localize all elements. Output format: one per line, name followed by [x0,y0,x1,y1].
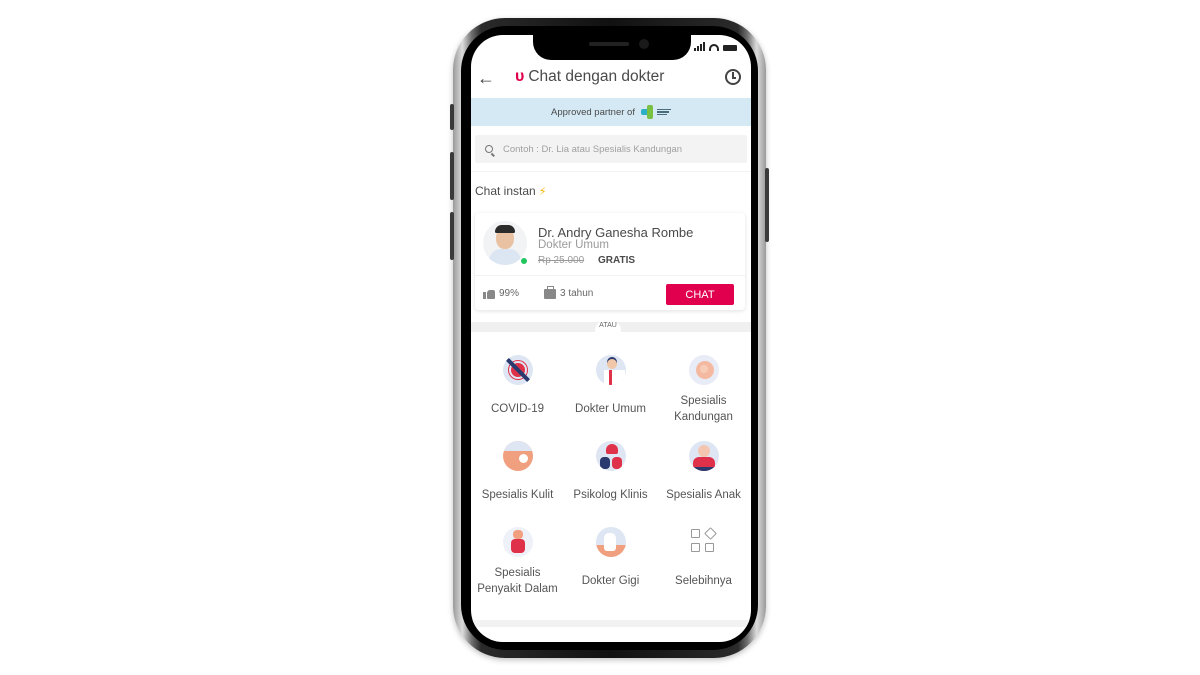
search-icon [485,145,493,153]
category-covid-19[interactable]: COVID-19 [471,345,564,431]
app-screen: ← ᴜ Chat dengan dokter Approved partner … [471,35,751,642]
category-label: Spesialis Penyakit Dalam [477,567,558,595]
category-selebihnya[interactable]: Selebihnya [657,517,750,603]
internal-medicine-icon [502,527,533,557]
status-bar [694,42,737,51]
category-psikolog-klinis[interactable]: Psikolog Klinis [564,431,657,517]
section-title-chat-instan: Chat instan ⚡ [475,184,546,198]
psychology-icon [595,441,626,471]
power-button [765,168,769,242]
card-divider [475,275,745,276]
online-status-indicator [520,257,528,265]
category-label: Dokter Gigi [581,575,640,587]
stethoscope-icon: ᴜ [515,68,525,85]
pediatrics-icon [688,441,719,471]
search-input[interactable] [503,143,733,155]
chat-instan-label: Chat instan [475,184,536,198]
category-label: Dokter Umum [575,403,646,415]
battery-icon [723,45,737,51]
section-divider [471,171,751,172]
history-icon[interactable] [725,69,741,85]
experience-stat: 3 tahun [544,285,594,299]
category-label: Spesialis Anak [666,489,741,501]
category-label: Psikolog Klinis [573,489,648,501]
category-spesialis-anak[interactable]: Spesialis Anak [657,431,750,517]
bottom-section-divider [471,620,751,627]
covid-19-icon [502,355,533,385]
doctor-name: Dr. Andry Ganesha Rombe [538,225,694,240]
page-title: Chat dengan dokter [528,68,665,85]
partner-banner: Approved partner of [471,98,751,126]
dentist-icon [595,527,626,557]
chat-button[interactable]: CHAT [666,284,734,305]
category-label: Spesialis Kandungan [674,395,733,423]
front-camera [639,39,649,49]
category-dokter-gigi[interactable]: Dokter Gigi [564,517,657,603]
category-grid: COVID-19 Dokter Umum Spesialis Kandungan… [471,345,751,603]
rating-value: 99% [499,288,520,299]
doctor-specialty: Dokter Umum [538,239,609,251]
dermatology-icon [502,441,533,471]
notch [533,35,691,60]
signal-icon [694,42,705,51]
category-label: COVID-19 [490,403,545,415]
category-spesialis-penyakit-dalam[interactable]: Spesialis Penyakit Dalam [471,517,564,603]
partner-text: Approved partner of [551,106,635,118]
search-bar[interactable] [475,135,747,163]
rating-stat: 99% [483,288,519,299]
category-dokter-umum[interactable]: Dokter Umum [564,345,657,431]
kemenkes-logo [640,105,671,119]
silent-switch [450,104,454,130]
lightning-icon: ⚡ [538,185,547,198]
or-label: ATAU [595,320,621,340]
thumbs-up-icon [483,289,495,299]
category-label: Selebihnya [675,575,732,587]
obstetrics-icon [688,355,719,385]
header-title: ᴜ Chat dengan dokter [515,68,664,86]
volume-down-button [450,212,454,260]
more-categories-icon [689,527,719,557]
original-price: Rp 25.000 [538,255,585,266]
briefcase-icon [544,285,556,299]
wifi-icon [709,44,719,51]
speaker-grille [589,42,629,46]
arrow-left-icon[interactable]: ← [477,68,495,89]
general-doctor-icon [595,355,626,385]
experience-value: 3 tahun [560,288,594,299]
category-spesialis-kulit[interactable]: Spesialis Kulit [471,431,564,517]
category-spesialis-kandungan[interactable]: Spesialis Kandungan [657,345,750,431]
volume-up-button [450,152,454,200]
current-price: GRATIS [598,255,636,266]
category-label: Spesialis Kulit [481,489,554,501]
app-header: ← ᴜ Chat dengan dokter [471,65,751,95]
doctor-card[interactable]: Dr. Andry Ganesha Rombe Dokter Umum Rp 2… [475,213,745,310]
